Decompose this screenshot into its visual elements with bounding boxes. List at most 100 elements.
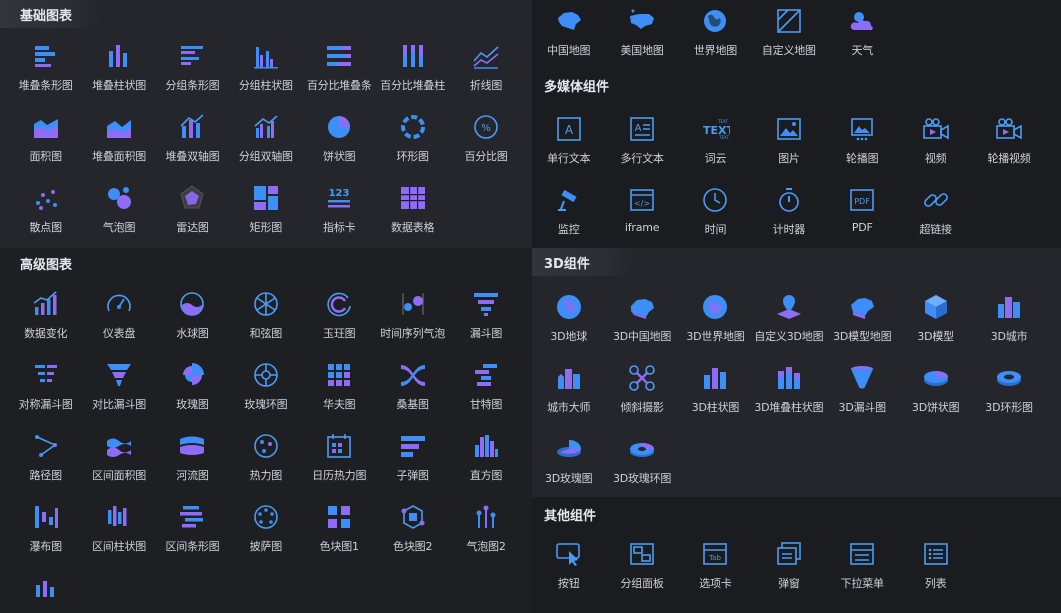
component-item-gauge[interactable]: 仪表盘 bbox=[82, 279, 155, 350]
component-item-range-bar[interactable]: 区间条形图 bbox=[156, 492, 229, 563]
component-item-drone[interactable]: 倾斜摄影 bbox=[605, 353, 678, 424]
color-block-icon bbox=[324, 502, 354, 532]
component-item-ring-3d[interactable]: 3D环形图 bbox=[972, 353, 1045, 424]
component-item-bubble-2[interactable]: 气泡图2 bbox=[449, 492, 522, 563]
component-item-sankey[interactable]: 桑基图 bbox=[376, 350, 449, 421]
component-item-carousel[interactable]: 轮播图 bbox=[826, 104, 899, 175]
component-item-pie-chart[interactable]: 饼状图 bbox=[303, 102, 376, 173]
component-item-city-master[interactable]: 城市大师 bbox=[532, 353, 605, 424]
component-item-tab[interactable]: Tab 选项卡 bbox=[679, 529, 752, 600]
component-item-pizza[interactable]: 披萨图 bbox=[229, 492, 302, 563]
component-item-pie-3d[interactable]: 3D饼状图 bbox=[899, 353, 972, 424]
component-item-compare-funnel[interactable]: 对比漏斗图 bbox=[82, 350, 155, 421]
component-item-histogram[interactable]: 直方图 bbox=[449, 421, 522, 492]
component-item-custom-map[interactable]: 自定义地图 bbox=[752, 0, 825, 67]
component-item-pdf[interactable]: PDF PDF bbox=[826, 175, 899, 246]
component-item-video[interactable]: 视频 bbox=[899, 104, 972, 175]
component-item-city-3d[interactable]: 3D城市 bbox=[972, 282, 1045, 353]
component-item-grouped-column[interactable]: 分组柱状图 bbox=[229, 31, 302, 102]
component-item-stopwatch[interactable]: 计时器 bbox=[752, 175, 825, 246]
component-item-line-chart[interactable]: 折线图 bbox=[449, 31, 522, 102]
component-item-bullet[interactable]: 子弹图 bbox=[376, 421, 449, 492]
component-item-percent-stacked-column[interactable]: 百分比堆叠柱 bbox=[376, 31, 449, 102]
component-item-rose[interactable]: 玫瑰图 bbox=[156, 350, 229, 421]
heatmap-icon bbox=[251, 431, 281, 461]
component-item-rose-ring[interactable]: 玫瑰环图 bbox=[229, 350, 302, 421]
component-item-calendar-heatmap[interactable]: 日历热力图 bbox=[303, 421, 376, 492]
component-item-world-map[interactable]: 世界地图 bbox=[679, 0, 752, 67]
component-item-path[interactable]: 路径图 bbox=[9, 421, 82, 492]
component-item-range-area[interactable]: 区间面积图 bbox=[82, 421, 155, 492]
component-label: 色块图1 bbox=[319, 540, 359, 553]
component-item-stacked-dual-axis[interactable]: 堆叠双轴图 bbox=[156, 102, 229, 173]
component-item-custom-map-3d[interactable]: 自定义3D地图 bbox=[752, 282, 825, 353]
component-item-stacked-bar[interactable]: 堆叠条形图 bbox=[9, 31, 82, 102]
component-item-weather[interactable]: 天气 bbox=[826, 0, 899, 67]
component-item-image[interactable]: 图片 bbox=[752, 104, 825, 175]
component-item-color-block[interactable]: 色块图1 bbox=[303, 492, 376, 563]
component-item-iframe[interactable]: </> iframe bbox=[605, 175, 678, 246]
component-item-radar[interactable]: 雷达图 bbox=[156, 173, 229, 244]
component-item-data-table[interactable]: 数据表格 bbox=[376, 173, 449, 244]
component-item-percent-stacked-bar[interactable]: 百分比堆叠条 bbox=[303, 31, 376, 102]
component-item-column-3d[interactable]: 3D柱状图 bbox=[679, 353, 752, 424]
component-item-rose-3d[interactable]: 3D玫瑰图 bbox=[532, 424, 605, 495]
component-item-area-chart[interactable]: 面积图 bbox=[9, 102, 82, 173]
component-item-radial-bar[interactable]: 玉玨图 bbox=[303, 279, 376, 350]
component-item-heatmap[interactable]: 热力图 bbox=[229, 421, 302, 492]
component-item-data-change[interactable]: 数据变化 bbox=[9, 279, 82, 350]
component-item-cube-3d[interactable]: 3D模型 bbox=[899, 282, 972, 353]
component-item-model-map-3d[interactable]: 3D模型地图 bbox=[826, 282, 899, 353]
component-item-camera-monitor[interactable]: 监控 bbox=[532, 175, 605, 246]
component-item-range-column[interactable]: 区间柱状图 bbox=[82, 492, 155, 563]
component-item-stacked-area[interactable]: 堆叠面积图 bbox=[82, 102, 155, 173]
component-item-column-small[interactable] bbox=[9, 563, 82, 613]
component-item-bubble[interactable]: 气泡图 bbox=[82, 173, 155, 244]
component-item-symmetric-funnel[interactable]: 对称漏斗图 bbox=[9, 350, 82, 421]
component-item-single-line-text[interactable]: A 单行文本 bbox=[532, 104, 605, 175]
component-item-china-map-3d[interactable]: 3D中国地图 bbox=[605, 282, 678, 353]
component-item-word-cloud[interactable]: TEXTTEXTTEXT词云 bbox=[679, 104, 752, 175]
component-item-stacked-column-3d[interactable]: 3D堆叠柱状图 bbox=[752, 353, 825, 424]
component-item-button[interactable]: 按钮 bbox=[532, 529, 605, 600]
component-item-scatter[interactable]: 散点图 bbox=[9, 173, 82, 244]
component-item-treemap[interactable]: 矩形图 bbox=[229, 173, 302, 244]
symmetric-funnel-icon bbox=[31, 360, 61, 390]
component-item-usa-map[interactable]: 美国地图 bbox=[605, 0, 678, 67]
component-item-liquid-fill[interactable]: 水球图 bbox=[156, 279, 229, 350]
component-item-funnel[interactable]: 漏斗图 bbox=[449, 279, 522, 350]
component-item-waterfall[interactable]: 瀑布图 bbox=[9, 492, 82, 563]
component-item-dropdown[interactable]: 下拉菜单 bbox=[826, 529, 899, 600]
component-item-waffle[interactable]: 华夫图 bbox=[303, 350, 376, 421]
component-item-china-map[interactable]: 中国地图 bbox=[532, 0, 605, 67]
button-icon bbox=[554, 539, 584, 569]
component-item-stacked-column[interactable]: 堆叠柱状图 bbox=[82, 31, 155, 102]
component-item-percent-chart[interactable]: % 百分比图 bbox=[449, 102, 522, 173]
component-item-funnel-3d[interactable]: 3D漏斗图 bbox=[826, 353, 899, 424]
component-item-globe-3d[interactable]: 3D地球 bbox=[532, 282, 605, 353]
component-item-streamgraph[interactable]: 河流图 bbox=[156, 421, 229, 492]
pie-3d-icon bbox=[921, 363, 951, 393]
component-item-multi-line-text[interactable]: A 多行文本 bbox=[605, 104, 678, 175]
component-item-link[interactable]: 超链接 bbox=[899, 175, 972, 246]
component-item-clock[interactable]: 时间 bbox=[679, 175, 752, 246]
component-item-gantt[interactable]: 甘特图 bbox=[449, 350, 522, 421]
component-label: 甘特图 bbox=[469, 398, 503, 411]
component-item-list[interactable]: 列表 bbox=[899, 529, 972, 600]
component-item-group-panel[interactable]: 分组面板 bbox=[605, 529, 678, 600]
component-item-kpi-card[interactable]: 123 指标卡 bbox=[303, 173, 376, 244]
component-label: 单行文本 bbox=[547, 152, 591, 165]
component-item-popup[interactable]: 弹窗 bbox=[752, 529, 825, 600]
component-item-chord[interactable]: 和弦图 bbox=[229, 279, 302, 350]
component-item-carousel-video[interactable]: 轮播视频 bbox=[972, 104, 1045, 175]
component-item-grouped-dual-axis[interactable]: 分组双轴图 bbox=[229, 102, 302, 173]
component-label: 饼状图 bbox=[323, 150, 356, 163]
component-item-world-map-3d[interactable]: 3D世界地图 bbox=[679, 282, 752, 353]
component-label: 堆叠条形图 bbox=[18, 79, 73, 92]
component-item-rose-ring-3d[interactable]: 3D玫瑰环图 bbox=[605, 424, 678, 495]
component-item-grouped-bar[interactable]: 分组条形图 bbox=[156, 31, 229, 102]
component-item-ring-chart[interactable]: 环形图 bbox=[376, 102, 449, 173]
component-label: 对称漏斗图 bbox=[18, 398, 73, 411]
component-item-color-block-2[interactable]: 色块图2 bbox=[376, 492, 449, 563]
component-item-timeline-bubble[interactable]: 时间序列气泡 bbox=[376, 279, 449, 350]
